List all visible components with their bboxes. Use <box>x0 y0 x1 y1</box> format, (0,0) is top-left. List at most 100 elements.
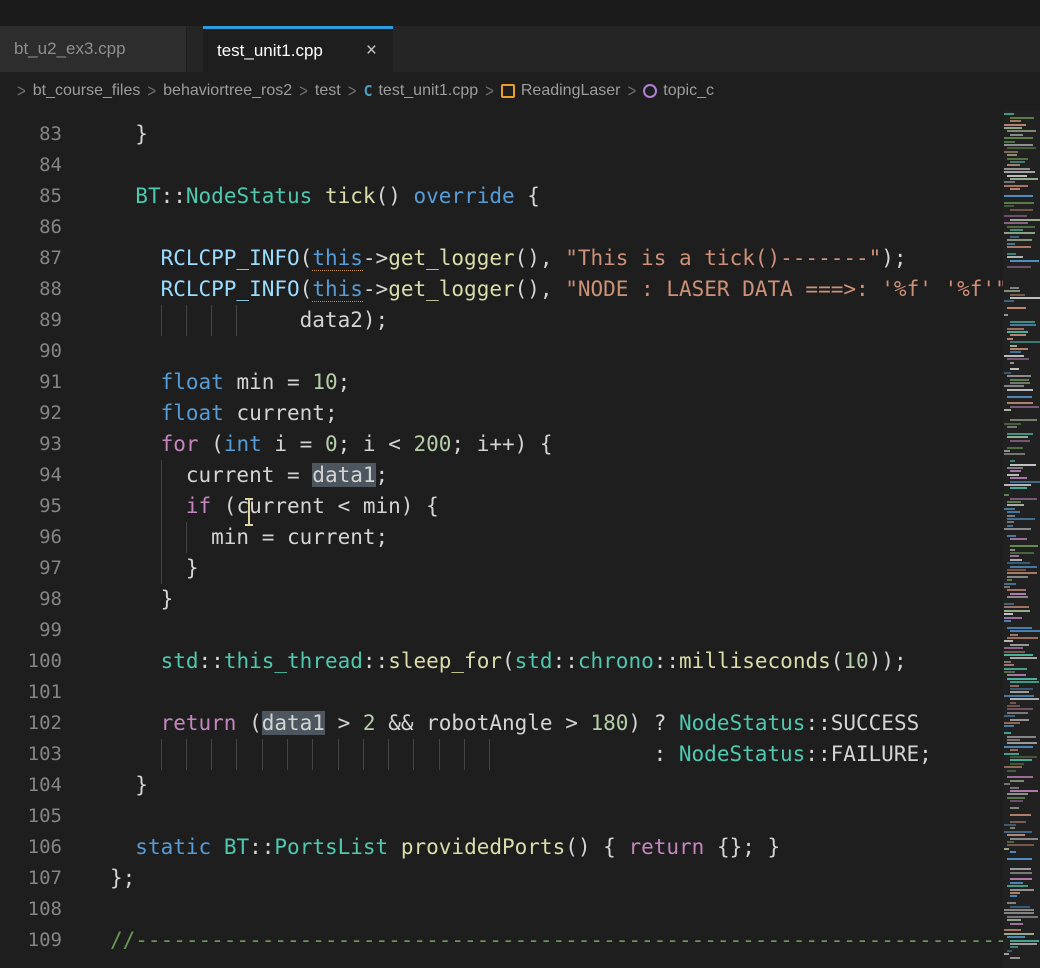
line-number[interactable]: 95 <box>0 491 62 522</box>
indent-guide <box>211 739 236 770</box>
code-line: 103 : NodeStatus::FAILURE; <box>0 739 1003 770</box>
code-line-text[interactable]: float min = 10; <box>110 367 1003 398</box>
code-line: 102 return (data1 > 2 && robotAngle > 18… <box>0 708 1003 739</box>
indent-guide <box>464 739 489 770</box>
breadcrumb-item-behaviortree-ros2[interactable]: behaviortree_ros2 <box>163 82 292 100</box>
code-line-text[interactable]: min = current; <box>110 522 1003 553</box>
line-number[interactable]: 87 <box>0 243 62 274</box>
code-line: 97 } <box>0 553 1003 584</box>
indent-guide <box>388 739 413 770</box>
code-line-text[interactable]: return (data1 > 2 && robotAngle > 180) ?… <box>110 708 1003 739</box>
chevron-right-icon: > <box>147 81 156 101</box>
code-line-text[interactable]: } <box>110 584 1003 615</box>
line-number[interactable]: 107 <box>0 863 62 894</box>
line-number[interactable]: 106 <box>0 832 62 863</box>
breadcrumb-item-test-unit1-cpp[interactable]: Ctest_unit1.cpp <box>363 82 478 100</box>
line-number[interactable]: 84 <box>0 150 62 181</box>
breadcrumb-item-test[interactable]: test <box>315 82 341 100</box>
indent-guide <box>211 305 236 336</box>
code-line: 88 RCLCPP_INFO(this->get_logger(), "NODE… <box>0 274 1003 305</box>
indent-guide <box>161 305 186 336</box>
code-line-text[interactable] <box>110 150 1003 181</box>
indent-guide <box>489 739 514 770</box>
code-line-text[interactable]: static BT::PortsList providedPorts() { r… <box>110 832 1003 863</box>
line-number[interactable]: 93 <box>0 429 62 460</box>
tab-test_unit1[interactable]: test_unit1.cpp × <box>203 26 393 72</box>
line-number[interactable]: 100 <box>0 646 62 677</box>
tab-bt_u2_ex3[interactable]: bt_u2_ex3.cpp <box>0 26 187 72</box>
code-line: 100 std::this_thread::sleep_for(std::chr… <box>0 646 1003 677</box>
code-line: 94 current = data1; <box>0 460 1003 491</box>
indent-guide <box>236 305 261 336</box>
code-line-text[interactable] <box>110 212 1003 243</box>
line-number[interactable]: 109 <box>0 925 62 956</box>
line-number[interactable]: 85 <box>0 181 62 212</box>
code-line: 105 <box>0 801 1003 832</box>
line-number[interactable]: 103 <box>0 739 62 770</box>
line-number[interactable]: 91 <box>0 367 62 398</box>
code-line-text[interactable] <box>110 894 1003 925</box>
code-line-text[interactable] <box>110 677 1003 708</box>
breadcrumb-item-topic-c[interactable]: topic_c <box>643 82 714 100</box>
line-number[interactable]: 92 <box>0 398 62 429</box>
line-number[interactable]: 96 <box>0 522 62 553</box>
code-line-text[interactable]: RCLCPP_INFO(this->get_logger(), "This is… <box>110 243 1003 274</box>
code-line-text[interactable]: }; <box>110 863 1003 894</box>
code-line-text[interactable]: //--------------------------------------… <box>110 925 1003 956</box>
line-number[interactable]: 102 <box>0 708 62 739</box>
code-line: 96 min = current; <box>0 522 1003 553</box>
code-line-text[interactable]: } <box>110 553 1003 584</box>
breadcrumb-item-bt-course-files[interactable]: bt_course_files <box>33 82 141 100</box>
close-icon[interactable]: × <box>364 41 379 60</box>
breadcrumb-item-readinglaser[interactable]: ReadingLaser <box>501 82 621 100</box>
indent-guide <box>439 739 464 770</box>
code-line-text[interactable]: : NodeStatus::FAILURE; <box>110 739 1003 770</box>
code-editor[interactable]: 83 }8485 BT::NodeStatus tick() override … <box>0 110 1003 968</box>
line-number[interactable]: 83 <box>0 119 62 150</box>
code-line-text[interactable]: } <box>110 770 1003 801</box>
code-line-text[interactable] <box>110 801 1003 832</box>
line-number[interactable]: 108 <box>0 894 62 925</box>
line-number[interactable]: 101 <box>0 677 62 708</box>
line-number[interactable]: 105 <box>0 801 62 832</box>
code-line-text[interactable]: BT::NodeStatus tick() override { <box>110 181 1003 212</box>
breadcrumb-label: test <box>315 82 341 100</box>
code-line: 101 <box>0 677 1003 708</box>
code-line-text[interactable]: for (int i = 0; i < 200; i++) { <box>110 429 1003 460</box>
code-line-text[interactable] <box>110 615 1003 646</box>
code-line-text[interactable]: RCLCPP_INFO(this->get_logger(), "NODE : … <box>110 274 1003 305</box>
code-line-text[interactable]: float current; <box>110 398 1003 429</box>
code-line-text[interactable]: if (current < min) { <box>110 491 1003 522</box>
class-symbol-icon <box>501 84 515 98</box>
line-number[interactable]: 99 <box>0 615 62 646</box>
line-number[interactable]: 86 <box>0 212 62 243</box>
member-symbol-icon <box>643 84 657 98</box>
indent-guide <box>287 739 312 770</box>
line-number[interactable]: 88 <box>0 274 62 305</box>
line-number[interactable]: 90 <box>0 336 62 367</box>
line-number[interactable]: 94 <box>0 460 62 491</box>
code-line: 108 <box>0 894 1003 925</box>
chevron-right-icon: > <box>485 81 494 101</box>
code-line-text[interactable]: current = data1; <box>110 460 1003 491</box>
code-line-text[interactable]: } <box>110 119 1003 150</box>
breadcrumb-label: behaviortree_ros2 <box>163 82 292 100</box>
breadcrumb: >bt_course_files>behaviortree_ros2>test>… <box>0 72 1040 110</box>
code-line-text[interactable] <box>110 336 1003 367</box>
breadcrumb-label: bt_course_files <box>33 82 141 100</box>
code-line: 99 <box>0 615 1003 646</box>
title-bar <box>0 0 1040 26</box>
indent-guide <box>312 739 337 770</box>
line-number[interactable]: 89 <box>0 305 62 336</box>
line-number[interactable]: 104 <box>0 770 62 801</box>
chevron-right-icon: > <box>299 81 308 101</box>
code-line-text[interactable]: std::this_thread::sleep_for(std::chrono:… <box>110 646 1003 677</box>
line-number[interactable]: 98 <box>0 584 62 615</box>
code-line-text[interactable]: data2); <box>110 305 1003 336</box>
breadcrumb-label: test_unit1.cpp <box>378 82 478 100</box>
minimap[interactable] <box>1003 110 1040 968</box>
code-line: 91 float min = 10; <box>0 367 1003 398</box>
indent-guide <box>363 739 388 770</box>
breadcrumb-label: topic_c <box>663 82 714 100</box>
line-number[interactable]: 97 <box>0 553 62 584</box>
